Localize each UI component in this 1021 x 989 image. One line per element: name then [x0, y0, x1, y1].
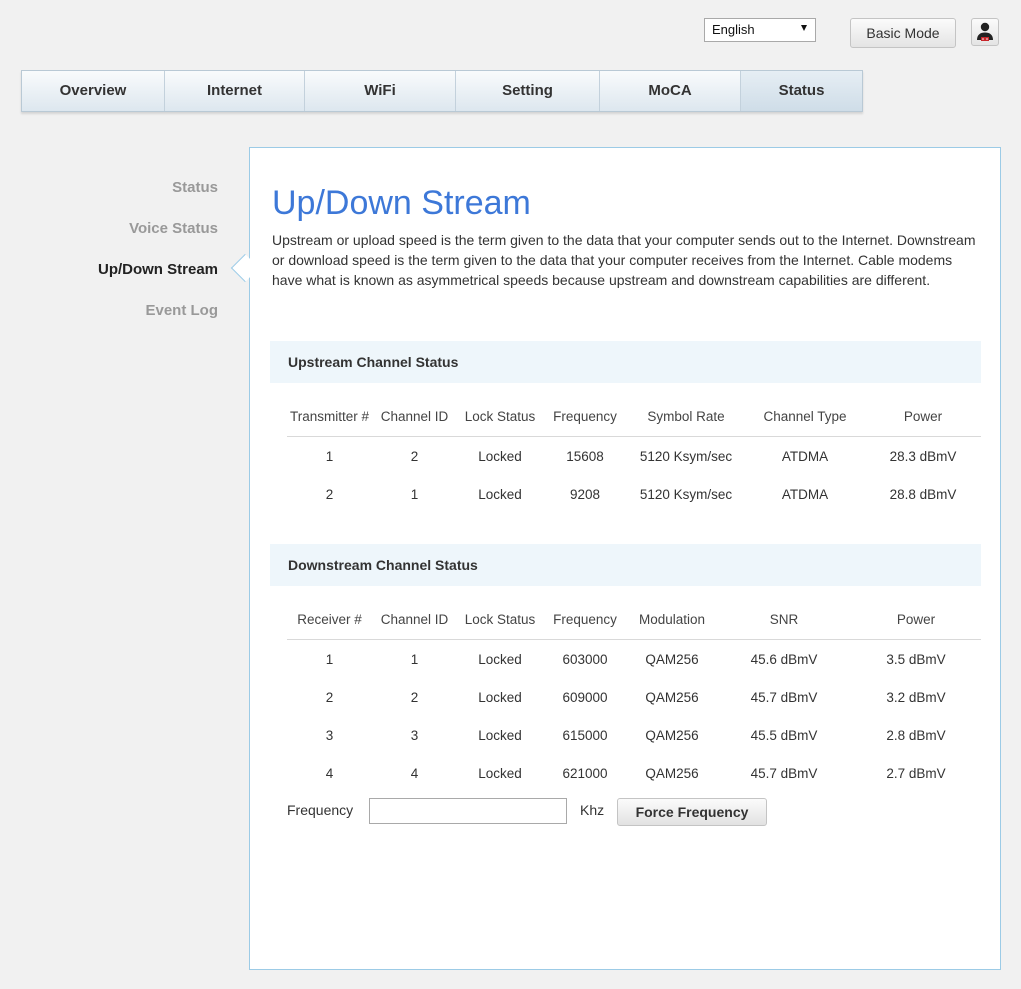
- column-header: Frequency: [543, 396, 627, 437]
- table-cell: 28.3 dBmV: [889, 448, 957, 464]
- language-select[interactable]: English: [704, 18, 816, 42]
- table-cell: Locked: [478, 727, 522, 743]
- table-cell: 2: [325, 486, 334, 502]
- downstream-table: Receiver # Channel ID Lock Status Frequency…: [287, 599, 981, 792]
- table-cell: 3.2 dBmV: [886, 689, 946, 705]
- chevron-down-icon: [801, 25, 807, 31]
- sidebar-item-up-down-stream[interactable]: Up/Down Stream: [0, 252, 230, 293]
- table-row: 4 4 Locked 621000 QAM256 45.7 dBmV 2.7 dBmV: [287, 754, 981, 792]
- column-header: Lock Status: [457, 396, 543, 437]
- table-cell: ATDMA: [781, 448, 829, 464]
- table-cell: QAM256: [645, 689, 699, 705]
- table-cell: 1: [325, 651, 334, 667]
- table-cell: 5120 Ksym/sec: [639, 486, 733, 502]
- table-cell: 2: [410, 448, 419, 464]
- table-cell: 2: [325, 689, 334, 705]
- table-cell: 15608: [566, 448, 604, 464]
- table-cell: QAM256: [645, 651, 699, 667]
- tab-status[interactable]: Status: [741, 71, 862, 111]
- frequency-input[interactable]: [369, 798, 567, 824]
- table-cell: 28.8 dBmV: [889, 486, 957, 502]
- table-cell: 1: [325, 448, 334, 464]
- upstream-section-heading: Upstream Channel Status: [270, 341, 981, 383]
- frequency-label: Frequency: [287, 802, 354, 818]
- language-select-value: English: [712, 22, 755, 37]
- main-nav: Overview Internet WiFi Setting MoCA Stat…: [21, 70, 863, 112]
- table-cell: QAM256: [645, 727, 699, 743]
- column-header: Frequency: [543, 599, 627, 640]
- tab-overview[interactable]: Overview: [22, 71, 165, 111]
- table-cell: 3: [410, 727, 419, 743]
- user-button[interactable]: [971, 18, 999, 46]
- table-header-row: Transmitter # Channel ID Lock Status Freque…: [287, 396, 981, 437]
- sidebar: Status Voice Status Up/Down Stream Event…: [0, 170, 230, 334]
- table-cell: Locked: [478, 689, 522, 705]
- table-cell: Locked: [478, 765, 522, 781]
- table-row: 2 1 Locked 9208 5120 Ksym/sec ATDMA 28.8 dBmV: [287, 475, 981, 513]
- table-cell: Locked: [478, 651, 522, 667]
- table-cell: 5120 Ksym/sec: [639, 448, 733, 464]
- frequency-unit: Khz: [580, 802, 605, 818]
- table-cell: 621000: [562, 765, 608, 781]
- table-cell: QAM256: [645, 765, 699, 781]
- table-cell: 609000: [562, 689, 608, 705]
- tab-moca[interactable]: MoCA: [600, 71, 741, 111]
- table-cell: 45.5 dBmV: [750, 727, 818, 743]
- sidebar-item-status[interactable]: Status: [0, 170, 230, 211]
- sidebar-item-voice-status[interactable]: Voice Status: [0, 211, 230, 252]
- column-header: Channel ID: [372, 396, 457, 437]
- force-frequency-button[interactable]: Force Frequency: [617, 798, 767, 826]
- column-header: SNR: [717, 599, 851, 640]
- column-header: Modulation: [627, 599, 717, 640]
- column-header: Power: [865, 396, 981, 437]
- column-header: Lock Status: [457, 599, 543, 640]
- column-header: Transmitter #: [287, 396, 372, 437]
- table-cell: 45.7 dBmV: [750, 765, 818, 781]
- table-cell: 45.6 dBmV: [750, 651, 818, 667]
- tab-internet[interactable]: Internet: [165, 71, 305, 111]
- column-header: Channel Type: [745, 396, 865, 437]
- table-cell: 45.7 dBmV: [750, 689, 818, 705]
- column-header: Power: [851, 599, 981, 640]
- column-header: Symbol Rate: [627, 396, 745, 437]
- table-cell: Locked: [478, 486, 522, 502]
- table-cell: ATDMA: [781, 486, 829, 502]
- tab-wifi[interactable]: WiFi: [305, 71, 456, 111]
- upstream-table: Transmitter # Channel ID Lock Status Freque…: [287, 396, 981, 513]
- table-cell: 603000: [562, 651, 608, 667]
- table-cell: 1: [410, 486, 419, 502]
- page-title: Up/Down Stream: [272, 184, 531, 222]
- table-cell: 4: [325, 765, 334, 781]
- page-description: Upstream or upload speed is the term giv…: [272, 232, 976, 288]
- downstream-section-heading: Downstream Channel Status: [270, 544, 981, 586]
- table-row: 2 2 Locked 609000 QAM256 45.7 dBmV 3.2 dBmV: [287, 678, 981, 716]
- table-row: 1 1 Locked 603000 QAM256 45.6 dBmV 3.5 dBmV: [287, 640, 981, 679]
- table-cell: 2.8 dBmV: [886, 727, 946, 743]
- table-cell: 3.5 dBmV: [886, 651, 946, 667]
- user-icon: [977, 22, 993, 41]
- column-header: Channel ID: [372, 599, 457, 640]
- tab-setting[interactable]: Setting: [456, 71, 600, 111]
- table-header-row: Receiver # Channel ID Lock Status Frequency…: [287, 599, 981, 640]
- sidebar-item-event-log[interactable]: Event Log: [0, 293, 230, 334]
- table-cell: 9208: [569, 486, 601, 502]
- table-cell: 2.7 dBmV: [886, 765, 946, 781]
- table-row: 3 3 Locked 615000 QAM256 45.5 dBmV 2.8 dBmV: [287, 716, 981, 754]
- table-row: 1 2 Locked 15608 5120 Ksym/sec ATDMA 28.3 dBmV: [287, 437, 981, 476]
- table-cell: 615000: [562, 727, 608, 743]
- content-panel: Up/Down Stream Upstream or upload speed …: [249, 147, 1001, 970]
- column-header: Receiver #: [287, 599, 372, 640]
- basic-mode-button[interactable]: Basic Mode: [850, 18, 956, 48]
- table-cell: 2: [410, 689, 419, 705]
- table-cell: Locked: [478, 448, 522, 464]
- table-cell: 1: [410, 651, 419, 667]
- table-cell: 4: [410, 765, 419, 781]
- table-cell: 3: [325, 727, 334, 743]
